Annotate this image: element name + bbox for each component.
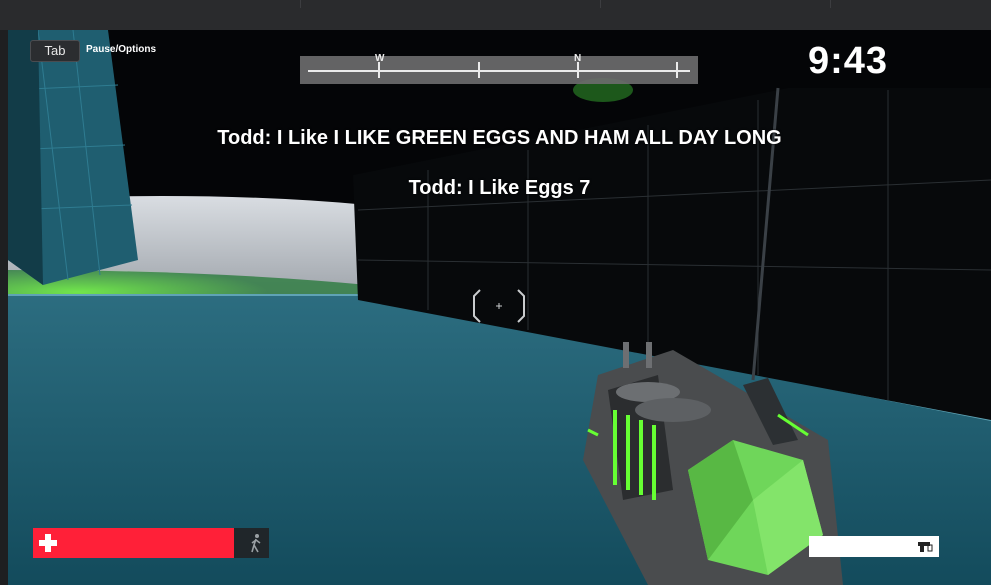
game-viewport[interactable]: Tab Pause/Options W N 9:43 Todd: I Like … [8, 30, 991, 585]
compass-bar: W N [300, 53, 698, 84]
compass-west: W [375, 53, 385, 64]
match-timer: 9:43 [808, 40, 889, 82]
health-fill [33, 528, 234, 558]
ammo-display [809, 536, 939, 557]
tab-key-hint[interactable]: Tab [30, 40, 80, 62]
gun-icon [918, 542, 933, 552]
crosshair-icon [473, 289, 525, 323]
health-bar [33, 528, 269, 558]
editor-toolbar [0, 0, 991, 30]
chat-message: Todd: I Like Eggs 7 [408, 177, 591, 199]
compass-north: N [574, 53, 582, 64]
plus-icon [39, 534, 57, 552]
pause-options-label: Pause/Options [86, 44, 157, 55]
runner-icon [251, 534, 261, 553]
chat-message: Todd: I Like I LIKE GREEN EGGS AND HAM A… [217, 127, 782, 149]
